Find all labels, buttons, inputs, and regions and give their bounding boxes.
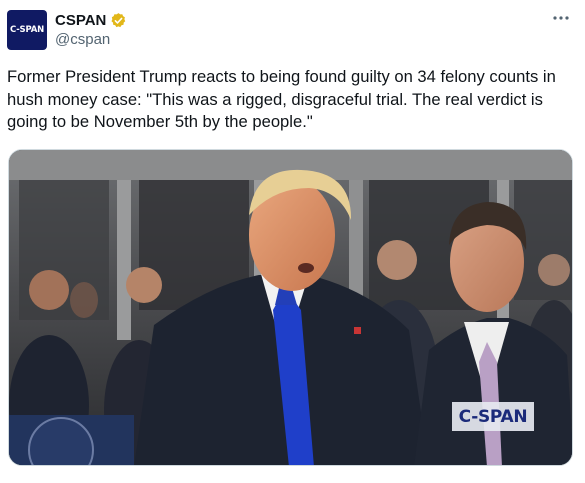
ellipsis-icon	[553, 16, 569, 20]
author-handle[interactable]: @cspan	[55, 31, 110, 48]
tweet-card[interactable]: C-SPAN CSPAN @cspan Former President Tru…	[0, 0, 585, 483]
verified-badge-icon	[111, 12, 126, 27]
avatar-text: C-SPAN	[9, 25, 45, 35]
tweet-media-video[interactable]: C-SPAN	[8, 149, 573, 466]
tweet-text: Former President Trump reacts to being f…	[7, 67, 556, 131]
author-name-row[interactable]: CSPAN	[55, 10, 127, 30]
more-options-icon[interactable]	[551, 8, 571, 28]
display-name[interactable]: CSPAN	[55, 12, 106, 29]
cspan-watermark: C-SPAN	[452, 402, 534, 431]
avatar[interactable]: C-SPAN	[7, 10, 47, 50]
